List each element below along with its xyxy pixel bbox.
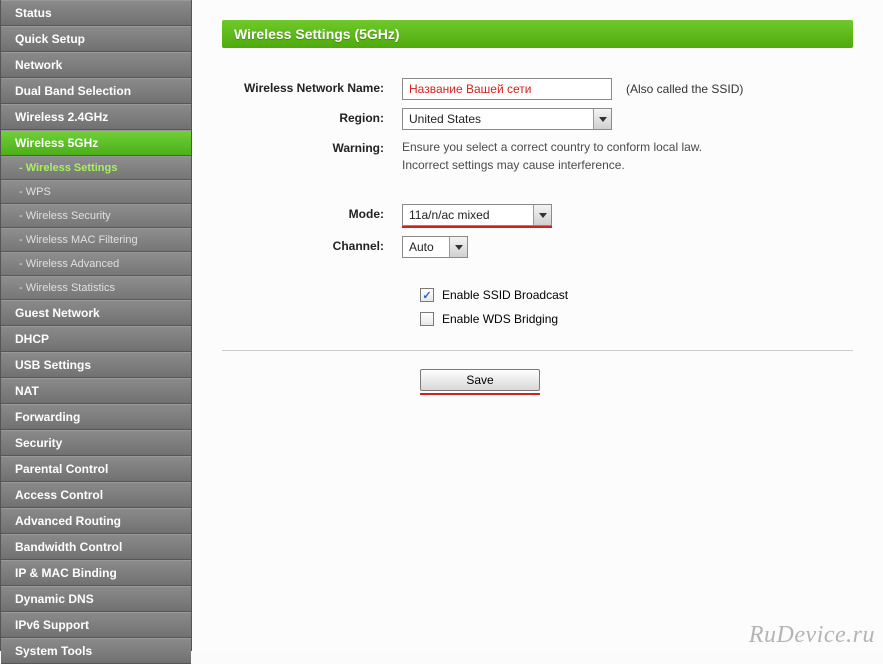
sidebar-item-21[interactable]: Bandwidth Control: [1, 534, 191, 560]
sidebar-item-20[interactable]: Advanced Routing: [1, 508, 191, 534]
sidebar-item-15[interactable]: NAT: [1, 378, 191, 404]
sidebar-item-12[interactable]: Guest Network: [1, 300, 191, 326]
sidebar-item-6[interactable]: - Wireless Settings: [1, 156, 191, 180]
sidebar-item-14[interactable]: USB Settings: [1, 352, 191, 378]
label-mode: Mode:: [222, 204, 402, 221]
channel-select[interactable]: Auto: [402, 236, 468, 258]
channel-select-value: Auto: [409, 240, 434, 254]
sidebar-item-24[interactable]: IPv6 Support: [1, 612, 191, 638]
mode-select-value: 11a/n/ac mixed: [409, 208, 490, 222]
ssid-input[interactable]: [402, 78, 612, 100]
mode-select[interactable]: 11a/n/ac mixed: [402, 204, 552, 226]
sidebar-item-3[interactable]: Dual Band Selection: [1, 78, 191, 104]
sidebar-item-22[interactable]: IP & MAC Binding: [1, 560, 191, 586]
label-ssid: Wireless Network Name:: [222, 78, 402, 95]
save-button[interactable]: Save: [420, 369, 540, 391]
sidebar: StatusQuick SetupNetworkDual Band Select…: [0, 0, 192, 651]
sidebar-item-9[interactable]: - Wireless MAC Filtering: [1, 228, 191, 252]
sidebar-item-1[interactable]: Quick Setup: [1, 26, 191, 52]
region-select[interactable]: United States: [402, 108, 612, 130]
watermark: RuDevice.ru: [749, 622, 875, 649]
ssid-note: (Also called the SSID): [626, 82, 743, 96]
sidebar-item-13[interactable]: DHCP: [1, 326, 191, 352]
dropdown-arrow-icon: [593, 109, 611, 129]
sidebar-item-16[interactable]: Forwarding: [1, 404, 191, 430]
sidebar-item-0[interactable]: Status: [1, 0, 191, 26]
separator: [222, 350, 853, 351]
label-region: Region:: [222, 108, 402, 125]
label-warning: Warning:: [222, 138, 402, 155]
sidebar-item-17[interactable]: Security: [1, 430, 191, 456]
main-panel: Wireless Settings (5GHz) Wireless Networ…: [192, 0, 883, 651]
sidebar-item-5[interactable]: Wireless 5GHz: [1, 130, 191, 156]
region-select-value: United States: [409, 112, 481, 126]
page-title: Wireless Settings (5GHz): [222, 20, 853, 48]
sidebar-item-23[interactable]: Dynamic DNS: [1, 586, 191, 612]
ssid-broadcast-label: Enable SSID Broadcast: [442, 288, 568, 302]
wds-bridging-label: Enable WDS Bridging: [442, 312, 558, 326]
sidebar-item-2[interactable]: Network: [1, 52, 191, 78]
ssid-broadcast-checkbox[interactable]: ✓: [420, 288, 434, 302]
sidebar-item-11[interactable]: - Wireless Statistics: [1, 276, 191, 300]
sidebar-item-10[interactable]: - Wireless Advanced: [1, 252, 191, 276]
sidebar-item-19[interactable]: Access Control: [1, 482, 191, 508]
wds-bridging-checkbox[interactable]: [420, 312, 434, 326]
label-channel: Channel:: [222, 236, 402, 253]
sidebar-item-4[interactable]: Wireless 2.4GHz: [1, 104, 191, 130]
dropdown-arrow-icon: [533, 205, 551, 225]
sidebar-item-25[interactable]: System Tools: [1, 638, 191, 664]
dropdown-arrow-icon: [449, 237, 467, 257]
warning-text: Ensure you select a correct country to c…: [402, 138, 702, 174]
sidebar-item-8[interactable]: - Wireless Security: [1, 204, 191, 228]
sidebar-item-7[interactable]: - WPS: [1, 180, 191, 204]
sidebar-item-18[interactable]: Parental Control: [1, 456, 191, 482]
